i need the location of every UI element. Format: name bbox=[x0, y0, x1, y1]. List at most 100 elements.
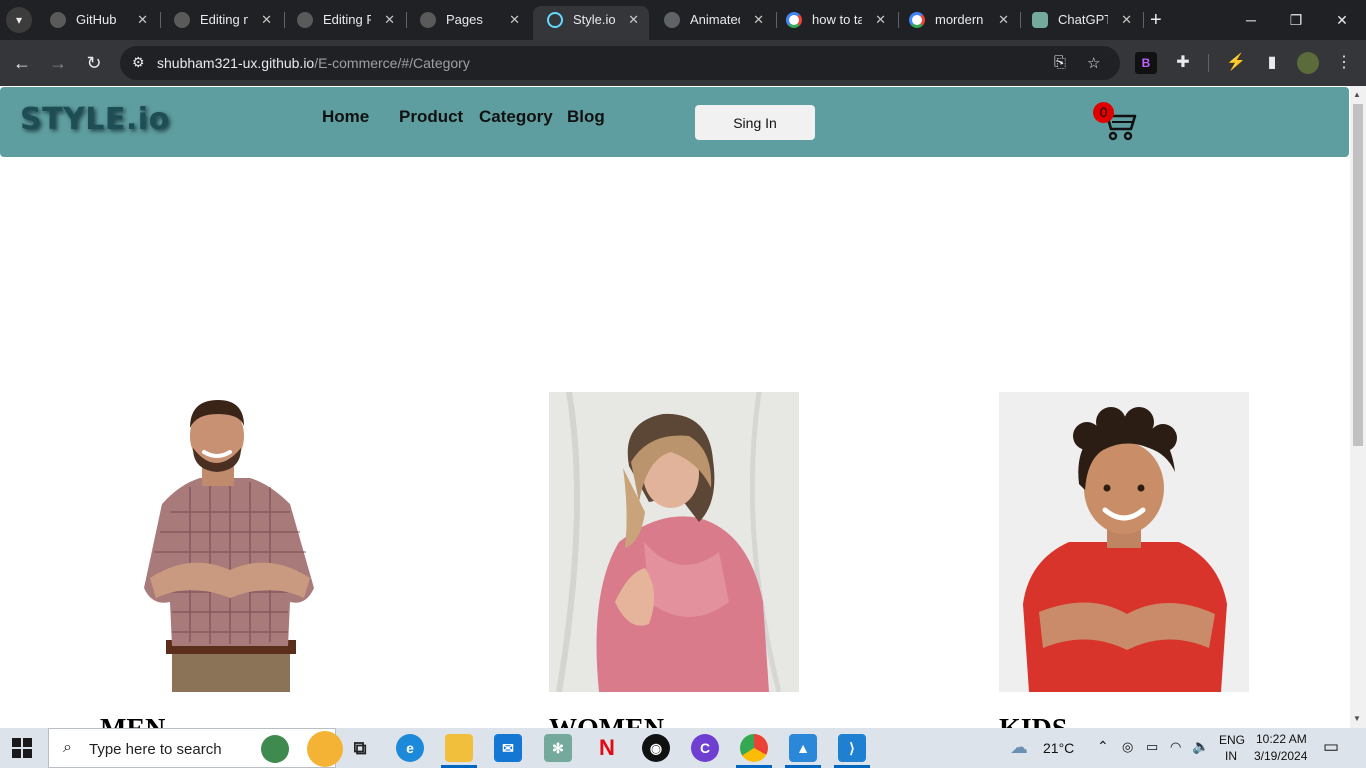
clock-date[interactable]: 3/19/2024 bbox=[1254, 749, 1307, 763]
site-info-icon[interactable]: ⚙ bbox=[132, 54, 145, 71]
tab-label: Animated bbox=[690, 12, 740, 27]
wifi-icon[interactable]: ◠ bbox=[1170, 739, 1181, 755]
category-card-women[interactable]: WOMEN bbox=[549, 392, 799, 728]
chrome-icon[interactable] bbox=[740, 734, 768, 762]
close-icon[interactable]: ✕ bbox=[628, 6, 639, 34]
language-region[interactable]: IN bbox=[1225, 749, 1237, 763]
tab-github[interactable]: GitHub ✕ bbox=[36, 6, 158, 40]
tab-label: ChatGPT bbox=[1058, 12, 1108, 27]
window-close-icon[interactable]: ✕ bbox=[1320, 6, 1364, 34]
chatgpt-icon bbox=[1032, 12, 1048, 28]
tab-style-io[interactable]: Style.io ✕ bbox=[533, 6, 649, 40]
women-category-image[interactable] bbox=[549, 392, 799, 692]
minimize-icon[interactable]: ─ bbox=[1229, 6, 1273, 34]
site-navbar: STYLE.io Home Product Category Blog Sing… bbox=[0, 87, 1349, 157]
install-app-icon[interactable]: ⎘ bbox=[1054, 54, 1066, 71]
side-panel-icon[interactable]: ▮ bbox=[1261, 52, 1283, 74]
netflix-icon[interactable]: N bbox=[593, 734, 621, 762]
sign-in-button[interactable]: Sing In bbox=[695, 105, 815, 140]
nav-category[interactable]: Category bbox=[479, 107, 553, 127]
tray-device-icon[interactable]: ◎ bbox=[1122, 739, 1133, 755]
tab-label: mordern s bbox=[935, 12, 985, 27]
search-icon: ⌕ bbox=[63, 739, 72, 756]
category-card-kids[interactable]: KIDS bbox=[999, 392, 1249, 728]
close-icon[interactable]: ✕ bbox=[384, 6, 395, 34]
canva-icon[interactable]: C bbox=[691, 734, 719, 762]
browser-tab-strip: ▾ GitHub ✕ Editing m ✕ Editing Po ✕ Page… bbox=[0, 0, 1366, 40]
github-icon bbox=[50, 12, 66, 28]
scroll-down-arrow-icon[interactable]: ▼ bbox=[1353, 714, 1361, 723]
github-desktop-icon[interactable]: ◉ bbox=[642, 734, 670, 762]
site-logo[interactable]: STYLE.io bbox=[20, 102, 170, 137]
category-card-men[interactable]: MEN bbox=[100, 392, 350, 728]
forward-icon[interactable]: → bbox=[46, 51, 70, 75]
scroll-up-arrow-icon[interactable]: ▲ bbox=[1353, 90, 1361, 99]
globe-icon bbox=[261, 735, 289, 763]
bookmark-star-icon[interactable]: ☆ bbox=[1087, 54, 1100, 72]
nav-home[interactable]: Home bbox=[322, 107, 369, 127]
tab-pages[interactable]: Pages ✕ bbox=[406, 6, 530, 40]
menu-kebab-icon[interactable]: ⋮ bbox=[1333, 52, 1355, 74]
page-scrollbar[interactable]: ▲ ▼ bbox=[1350, 86, 1366, 728]
men-category-image[interactable] bbox=[100, 392, 350, 692]
close-icon[interactable]: ✕ bbox=[137, 6, 148, 34]
clock-time[interactable]: 10:22 AM bbox=[1256, 732, 1307, 746]
tray-overflow-icon[interactable]: ⌃ bbox=[1097, 738, 1109, 755]
tab-label: Pages bbox=[446, 12, 483, 27]
search-highlight-icon bbox=[307, 731, 343, 767]
notifications-icon[interactable]: ▭ bbox=[1323, 737, 1339, 757]
tab-mordern[interactable]: mordern s ✕ bbox=[895, 6, 1019, 40]
weather-icon[interactable]: ☁ bbox=[1010, 737, 1028, 758]
url-text[interactable]: shubham321-ux.github.io/E-commerce/#/Cat… bbox=[157, 55, 470, 71]
tab-editing-m[interactable]: Editing m ✕ bbox=[160, 6, 282, 40]
new-tab-plus-icon[interactable]: + bbox=[1150, 8, 1162, 32]
close-icon[interactable]: ✕ bbox=[753, 6, 764, 34]
performance-icon[interactable]: ⚡ bbox=[1225, 52, 1247, 74]
battery-icon[interactable]: ▭ bbox=[1146, 739, 1158, 755]
tab-editing-po[interactable]: Editing Po ✕ bbox=[283, 6, 405, 40]
address-bar[interactable]: ⚙ shubham321-ux.github.io/E-commerce/#/C… bbox=[120, 46, 1120, 80]
tab-search-button[interactable]: ▾ bbox=[6, 7, 32, 33]
tab-how-to[interactable]: how to ta ✕ bbox=[772, 6, 896, 40]
category-title-kids[interactable]: KIDS bbox=[999, 714, 1067, 728]
taskbar-search-input[interactable]: ⌕ Type here to search bbox=[48, 728, 343, 768]
weather-temperature[interactable]: 21°C bbox=[1043, 740, 1074, 756]
nav-blog[interactable]: Blog bbox=[567, 107, 605, 127]
chatgpt-app-icon[interactable]: ✻ bbox=[544, 734, 572, 762]
photos-icon[interactable]: ▲ bbox=[789, 734, 817, 762]
taskbar-search-placeholder: Type here to search bbox=[89, 741, 222, 758]
tab-label: Editing m bbox=[200, 12, 248, 27]
kids-category-image[interactable] bbox=[999, 392, 1249, 692]
restore-icon[interactable]: ❐ bbox=[1274, 6, 1318, 34]
extension-icon[interactable]: B bbox=[1135, 52, 1157, 74]
reload-icon[interactable]: ↻ bbox=[82, 51, 106, 75]
close-icon[interactable]: ✕ bbox=[998, 6, 1009, 34]
category-title-women[interactable]: WOMEN bbox=[549, 714, 664, 728]
windows-taskbar: ⌕ Type here to search ⧉ e ✉ ✻ N ◉ C ▲ ⟩ … bbox=[0, 728, 1366, 768]
close-icon[interactable]: ✕ bbox=[509, 6, 520, 34]
vscode-icon[interactable]: ⟩ bbox=[838, 734, 866, 762]
toolbar-separator bbox=[1208, 54, 1209, 72]
tab-animated[interactable]: Animated ✕ bbox=[650, 6, 774, 40]
volume-icon[interactable]: 🔈 bbox=[1192, 738, 1209, 755]
language-code[interactable]: ENG bbox=[1219, 733, 1245, 747]
url-path: /E-commerce/#/Category bbox=[314, 55, 470, 71]
cart-count-badge: 0 bbox=[1093, 102, 1114, 123]
scrollbar-thumb[interactable] bbox=[1353, 104, 1363, 446]
file-explorer-icon[interactable] bbox=[445, 734, 473, 762]
task-view-icon[interactable]: ⧉ bbox=[346, 734, 374, 762]
close-icon[interactable]: ✕ bbox=[261, 6, 272, 34]
windows-start-icon[interactable] bbox=[12, 738, 32, 758]
edge-icon[interactable]: e bbox=[396, 734, 424, 762]
tab-chatgpt[interactable]: ChatGPT ✕ bbox=[1018, 6, 1142, 40]
extensions-puzzle-icon[interactable]: ✚ bbox=[1172, 52, 1194, 74]
react-icon bbox=[547, 12, 563, 28]
close-icon[interactable]: ✕ bbox=[1121, 6, 1132, 34]
mail-icon[interactable]: ✉ bbox=[494, 734, 522, 762]
back-icon[interactable]: ← bbox=[10, 51, 34, 75]
url-host: shubham321-ux.github.io bbox=[157, 55, 315, 71]
profile-avatar[interactable] bbox=[1297, 52, 1319, 74]
category-title-men[interactable]: MEN bbox=[100, 714, 165, 728]
nav-product[interactable]: Product bbox=[399, 107, 463, 127]
close-icon[interactable]: ✕ bbox=[875, 6, 886, 34]
